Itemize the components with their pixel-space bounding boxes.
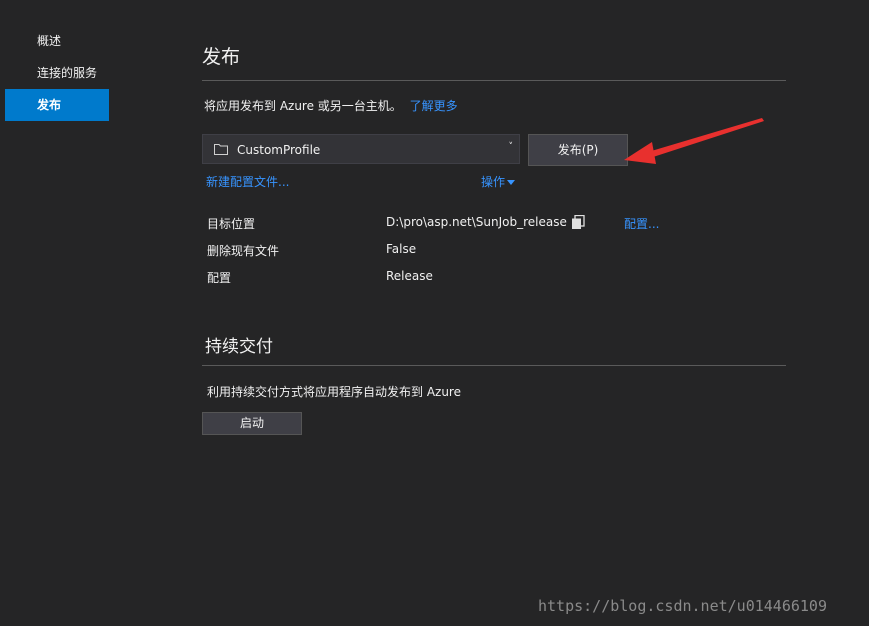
target-location-label: 目标位置	[207, 217, 256, 231]
cd-divider	[202, 365, 786, 366]
actions-label: 操作	[481, 175, 506, 189]
sidebar-item-overview[interactable]: 概述	[5, 25, 109, 57]
publish-divider	[202, 80, 786, 81]
delete-existing-value: False	[386, 242, 417, 256]
caret-down-icon	[507, 180, 516, 185]
new-profile-link[interactable]: 新建配置文件...	[206, 173, 289, 190]
copy-icon[interactable]	[571, 215, 585, 230]
publish-description-text: 将应用发布到 Azure 或另一台主机。	[204, 99, 402, 113]
publish-button[interactable]: 发布(P)	[528, 134, 628, 166]
delete-existing-label: 删除现有文件	[207, 244, 280, 258]
chevron-down-icon: ˅	[508, 142, 514, 152]
annotation-arrow-icon	[624, 118, 764, 164]
actions-dropdown[interactable]: 操作	[481, 173, 516, 190]
profile-dropdown[interactable]: CustomProfile ˅	[202, 134, 520, 164]
publish-description: 将应用发布到 Azure 或另一台主机。 了解更多	[204, 97, 458, 114]
configuration-value: Release	[386, 269, 433, 283]
sidebar-item-connected-services[interactable]: 连接的服务	[5, 57, 109, 89]
sidebar: 概述 连接的服务 发布	[5, 25, 109, 121]
cd-description: 利用持续交付方式将应用程序自动发布到 Azure	[207, 385, 461, 399]
learn-more-link[interactable]: 了解更多	[410, 99, 458, 113]
configuration-label: 配置	[207, 271, 232, 285]
sidebar-item-publish[interactable]: 发布	[5, 89, 109, 121]
start-button[interactable]: 启动	[202, 412, 302, 435]
target-location-value: D:\pro\asp.net\SunJob_release	[386, 215, 567, 229]
profile-value: CustomProfile	[237, 143, 321, 157]
configure-link[interactable]: 配置...	[624, 215, 659, 232]
folder-icon	[214, 144, 228, 155]
watermark: https://blog.csdn.net/u014466109	[538, 597, 827, 615]
publish-title: 发布	[202, 46, 241, 68]
cd-title: 持续交付	[205, 337, 273, 357]
